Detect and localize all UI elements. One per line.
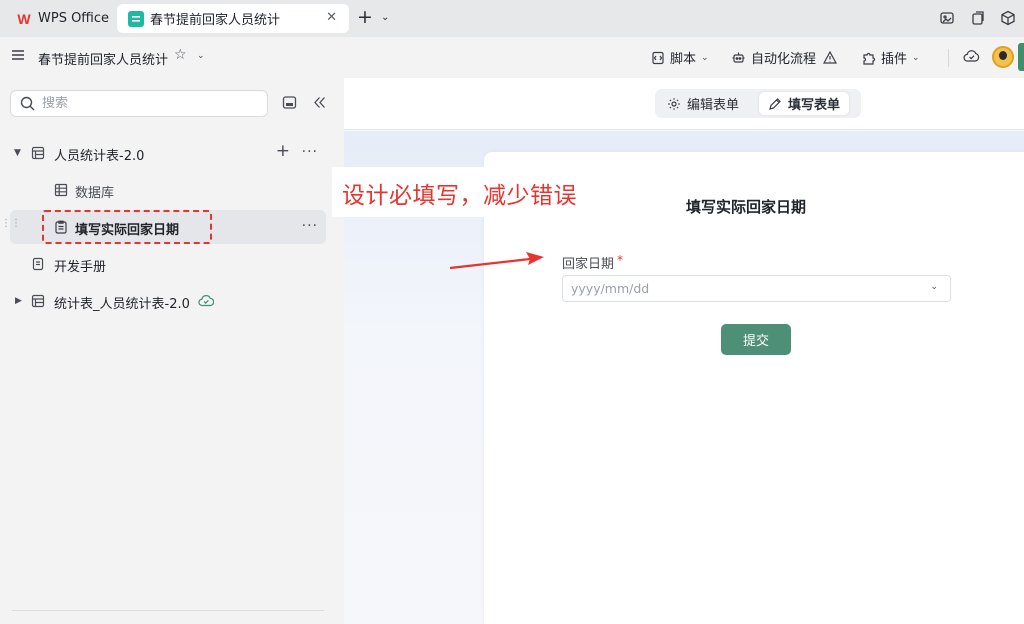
date-placeholder: yyyy/mm/dd: [571, 281, 650, 296]
toolbar-divider: [948, 49, 949, 67]
star-icon[interactable]: ☆: [174, 47, 187, 63]
tab-label: 春节提前回家人员统计: [150, 13, 281, 28]
sidebar-item-label: 统计表_人员统计表-2.0: [54, 297, 190, 312]
mode-header: 编辑表单 填写表单: [344, 78, 1024, 130]
submit-button[interactable]: 提交: [721, 324, 791, 355]
sidebar-item-dev-manual[interactable]: 开发手册: [10, 247, 326, 281]
sidebar-item-label: 人员统计表-2.0: [54, 149, 145, 164]
chevron-down-icon: ⌄: [912, 52, 920, 63]
chevron-down-icon[interactable]: ⌄: [381, 12, 389, 23]
table-icon: [31, 294, 45, 308]
gear-icon: [668, 97, 680, 110]
warning-icon: [823, 51, 838, 64]
search-input[interactable]: [42, 96, 242, 111]
grid-icon: [54, 183, 68, 197]
document-toolbar: 春节提前回家人员统计 ☆ ⌄ 脚本 ⌄ 自动化流程 插件 ⌄: [0, 37, 1024, 78]
chevron-down-icon: ⌄: [701, 52, 709, 63]
chevron-down-icon[interactable]: ⌄: [197, 51, 205, 61]
menu-icon[interactable]: [11, 48, 25, 62]
annotation-arrow-icon: [449, 252, 544, 270]
new-tab-button[interactable]: +: [357, 8, 373, 27]
search-icon: [20, 96, 35, 111]
restore-window-icon[interactable]: [970, 10, 986, 26]
mode-toggle: 编辑表单 填写表单: [655, 89, 861, 118]
tab-fill-form-label: 填写表单: [788, 98, 841, 113]
annotation-text: 设计必填写，减少错误: [342, 183, 577, 209]
return-date-input[interactable]: yyyy/mm/dd ⌄: [562, 275, 951, 302]
table-icon: [31, 146, 45, 160]
plugins-label: 插件: [881, 52, 908, 67]
tab-edit-form-label: 编辑表单: [687, 98, 740, 113]
required-mark: *: [617, 253, 624, 267]
sidebar-item-stat-table[interactable]: ▶ 统计表_人员统计表-2.0: [10, 284, 326, 318]
plugins-button[interactable]: 插件 ⌄: [862, 48, 920, 67]
collapse-sidebar-icon[interactable]: [312, 95, 328, 111]
annotation-highlight-box: [42, 210, 212, 244]
script-button[interactable]: 脚本 ⌄: [651, 48, 709, 67]
tab-wps-office[interactable]: W WPS Office: [6, 4, 112, 33]
form-card: 填写实际回家日期 回家日期 * yyyy/mm/dd ⌄ 提交: [484, 152, 1024, 624]
wps-logo-icon: W: [17, 10, 31, 27]
search-field[interactable]: [10, 90, 268, 117]
sidebar-divider: [12, 610, 324, 611]
cube-icon[interactable]: [1000, 10, 1016, 26]
robot-icon: [732, 52, 745, 63]
document-icon: [31, 257, 45, 271]
main-area: 编辑表单 填写表单 填写实际回家日期 回家日期 * yyyy/mm/dd ⌄ 提交: [344, 78, 1024, 624]
sidebar-item-label: 开发手册: [54, 260, 107, 275]
title-bar: W WPS Office 春节提前回家人员统计 ✕ + ⌄: [0, 0, 1024, 37]
script-icon: [652, 51, 664, 64]
more-icon[interactable]: ···: [302, 218, 318, 234]
add-icon[interactable]: +: [276, 141, 290, 161]
expand-caret-icon[interactable]: ▶: [15, 296, 22, 306]
puzzle-icon: [863, 52, 876, 65]
sidebar-item-staff-table[interactable]: ▼ 人员统计表-2.0 + ···: [10, 136, 326, 170]
smart-sheet-icon: [128, 10, 144, 27]
chevron-down-icon[interactable]: ⌄: [930, 282, 938, 292]
tab-active-document[interactable]: 春节提前回家人员统计 ✕: [117, 4, 349, 33]
close-tab-icon[interactable]: ✕: [326, 10, 337, 25]
document-title[interactable]: 春节提前回家人员统计: [38, 49, 168, 68]
field-label-text: 回家日期: [562, 257, 615, 272]
form-title: 填写实际回家日期: [686, 198, 807, 216]
expand-caret-icon[interactable]: ▼: [14, 148, 21, 158]
sidebar: ▼ 人员统计表-2.0 + ··· 数据库 ⋮⋮ 填写实际回家日期 ··· 开发…: [0, 78, 344, 624]
script-label: 脚本: [670, 52, 697, 67]
tab-edit-form[interactable]: 编辑表单: [658, 92, 748, 115]
more-icon[interactable]: ···: [302, 144, 318, 160]
field-label-return-date: 回家日期 *: [562, 253, 623, 272]
cloud-sync-icon[interactable]: [963, 49, 980, 67]
automation-button[interactable]: 自动化流程: [731, 48, 842, 67]
screenshot-icon[interactable]: [939, 10, 955, 26]
tab-fill-form[interactable]: 填写表单: [759, 92, 850, 115]
tab-label: WPS Office: [38, 11, 110, 26]
sidebar-item-database[interactable]: 数据库: [10, 173, 326, 207]
sidebar-item-label: 数据库: [75, 186, 115, 201]
share-button[interactable]: [1018, 43, 1024, 71]
automation-label: 自动化流程: [751, 52, 817, 67]
cloud-synced-icon: [198, 294, 215, 311]
user-avatar[interactable]: [992, 46, 1014, 68]
pencil-icon: [769, 97, 781, 110]
drag-handle-icon[interactable]: ⋮⋮: [1, 219, 21, 229]
panel-icon[interactable]: [282, 95, 298, 111]
